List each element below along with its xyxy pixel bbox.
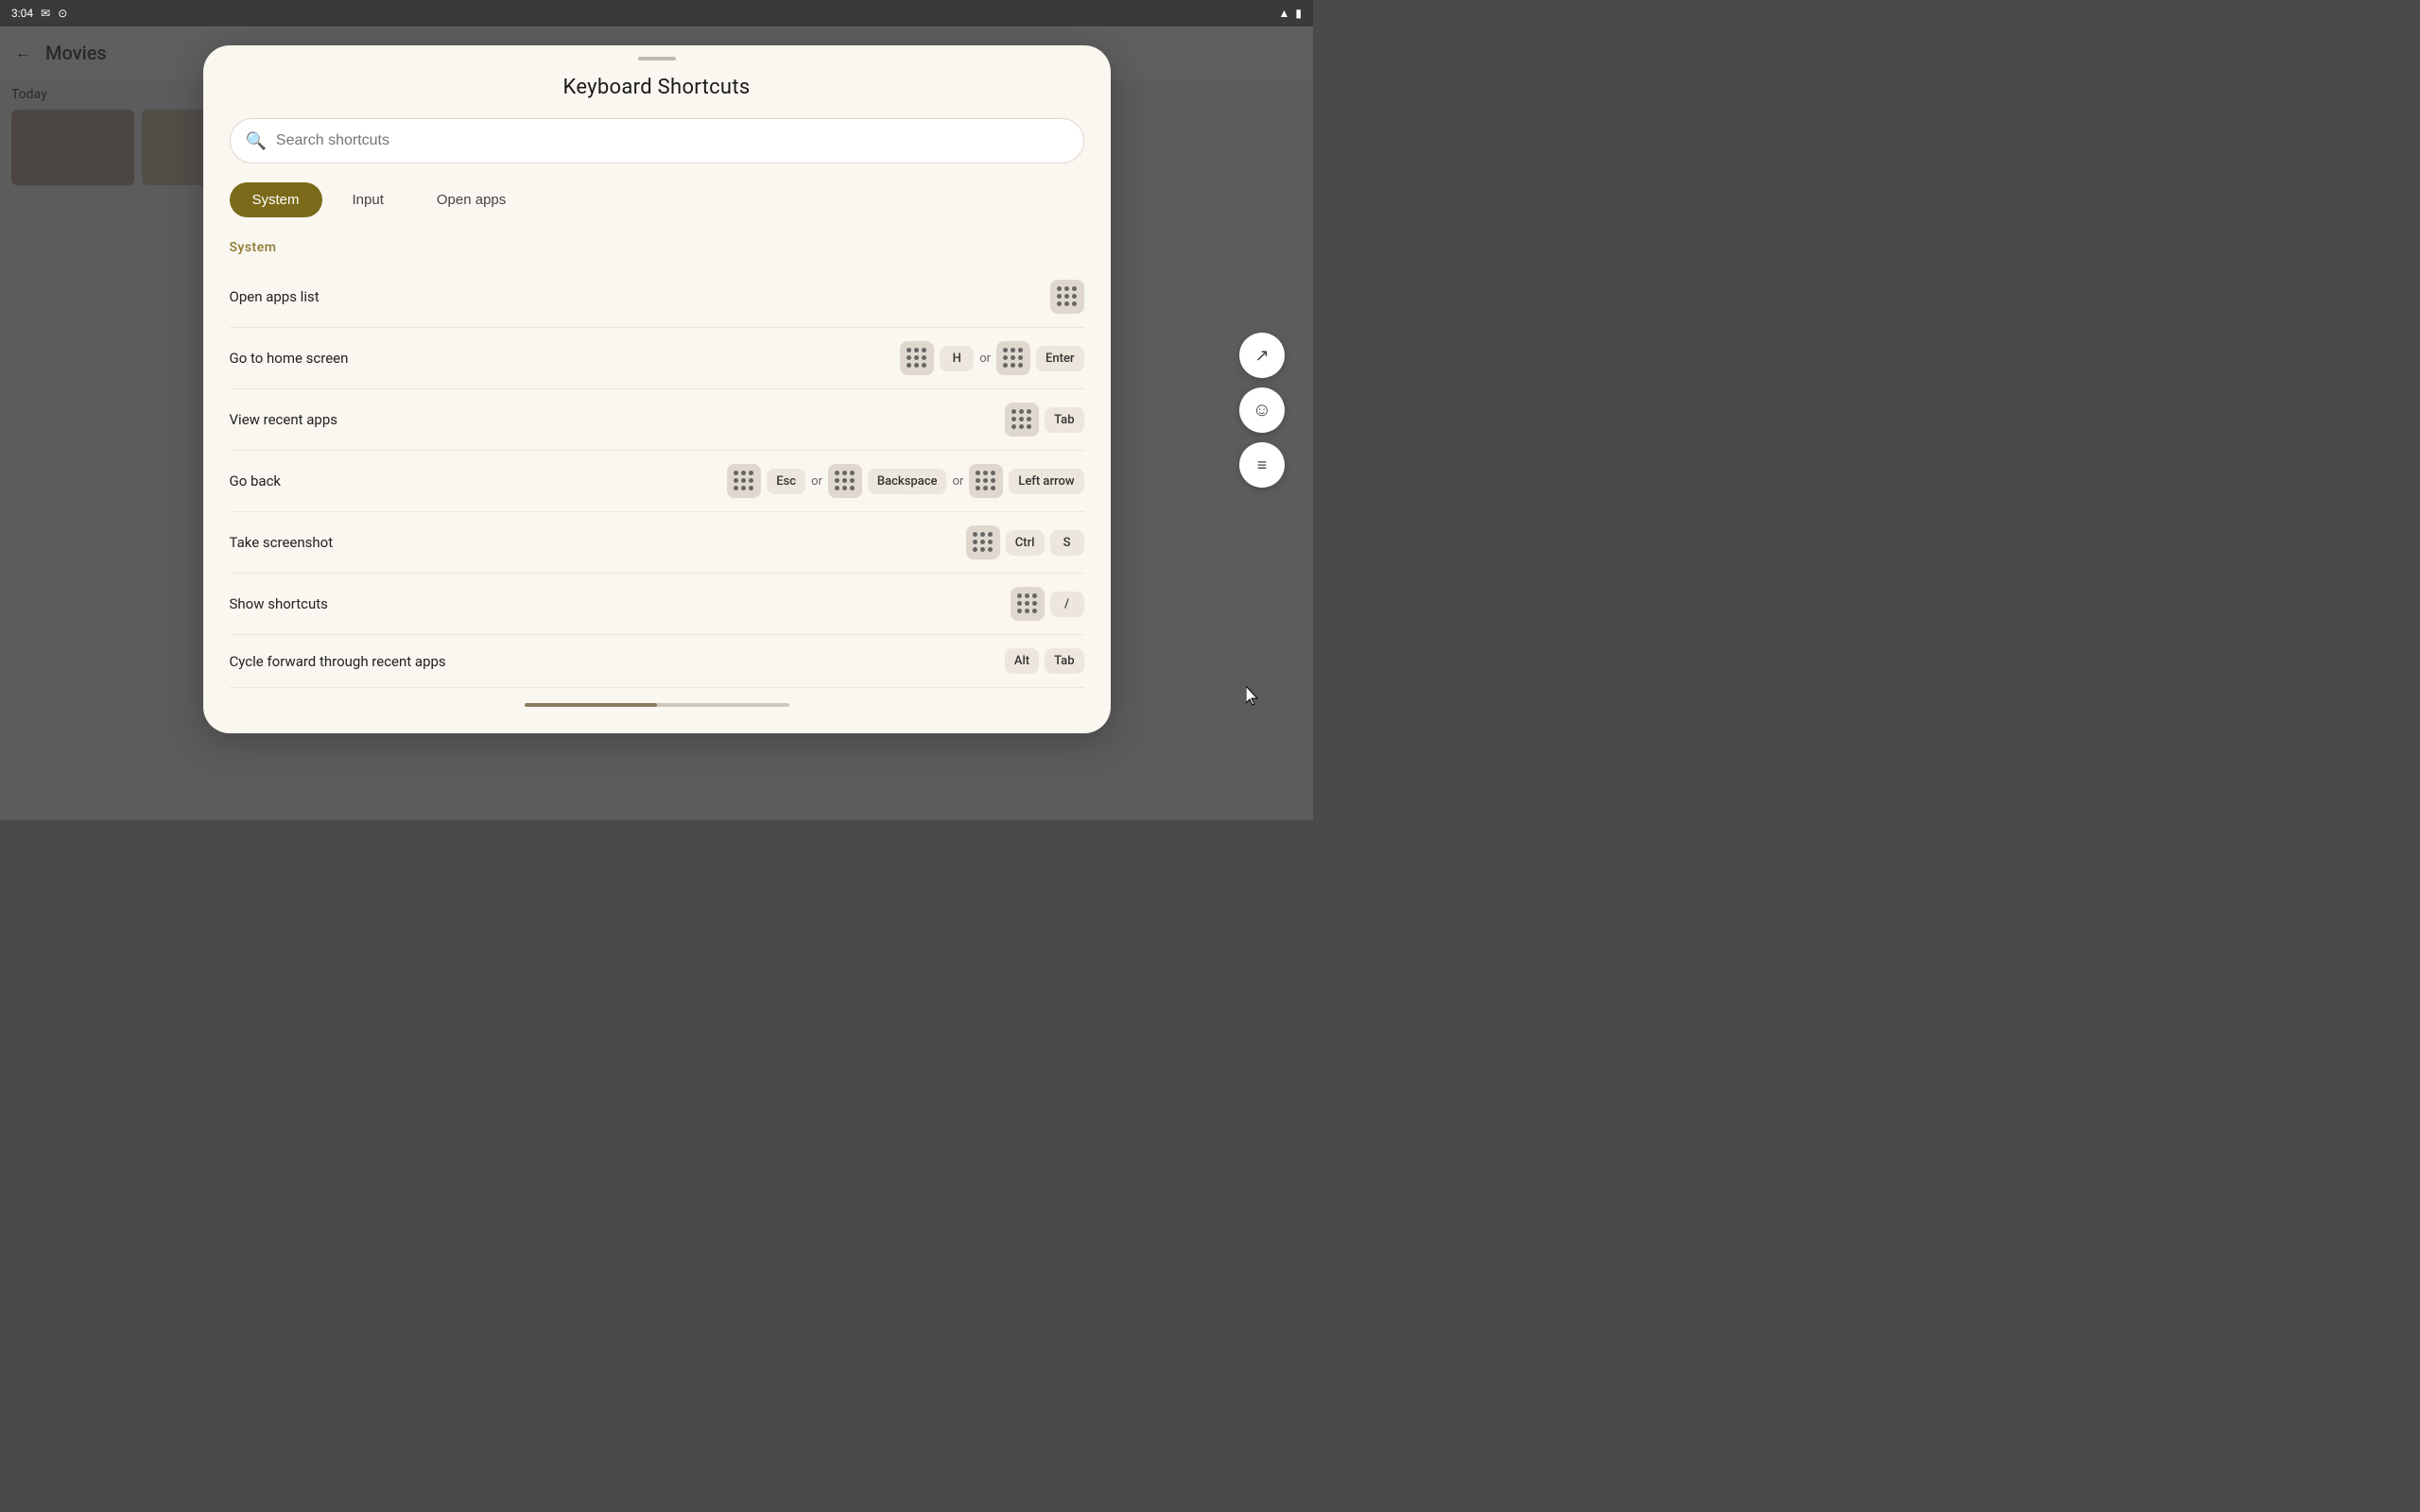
shortcut-name-show-shortcuts: Show shortcuts bbox=[230, 595, 328, 612]
key-tab-1: Tab bbox=[1045, 407, 1083, 433]
shortcut-show-shortcuts: Show shortcuts / bbox=[230, 574, 1084, 635]
search-icon: 🔍 bbox=[246, 131, 267, 151]
shortcut-keys-open-apps-list bbox=[1050, 280, 1084, 314]
shortcut-name-open-apps-list: Open apps list bbox=[230, 288, 320, 305]
key-tab-2: Tab bbox=[1045, 648, 1083, 674]
section-title-system: System bbox=[230, 232, 1084, 266]
key-dots-6 bbox=[828, 464, 862, 498]
key-dots-4 bbox=[1005, 403, 1039, 437]
key-alt: Alt bbox=[1005, 648, 1039, 674]
shortcut-keys-go-back: Esc or Backspace or bbox=[727, 464, 1083, 498]
tabs-container: System Input Open apps bbox=[203, 182, 1111, 225]
key-left-arrow: Left arrow bbox=[1009, 469, 1083, 494]
shortcut-go-home: Go to home screen H or bbox=[230, 328, 1084, 389]
key-slash: / bbox=[1050, 592, 1084, 617]
shortcut-cycle-forward: Cycle forward through recent apps Alt Ta… bbox=[230, 635, 1084, 688]
tab-input[interactable]: Input bbox=[330, 182, 406, 217]
menu-icon: ≡ bbox=[1257, 455, 1268, 475]
shortcut-view-recent: View recent apps Tab bbox=[230, 389, 1084, 451]
status-left: 3:04 ✉ ⊙ bbox=[11, 7, 67, 20]
shortcut-keys-show-shortcuts: / bbox=[1011, 587, 1084, 621]
shortcut-name-view-recent: View recent apps bbox=[230, 411, 338, 428]
shortcut-name-cycle-forward: Cycle forward through recent apps bbox=[230, 653, 446, 670]
scrollbar-thumb bbox=[525, 703, 657, 707]
key-dots-2 bbox=[900, 341, 934, 375]
battery-icon: ▮ bbox=[1295, 7, 1302, 20]
shortcut-go-back: Go back Esc or bbox=[230, 451, 1084, 512]
sep-or-3: or bbox=[952, 474, 963, 489]
search-container: 🔍 bbox=[203, 118, 1111, 182]
camera-icon: ⊙ bbox=[58, 7, 67, 20]
status-right: ▲ ▮ bbox=[1279, 7, 1303, 20]
wifi-icon: ▲ bbox=[1279, 7, 1290, 20]
fab-emoji[interactable]: ☺ bbox=[1239, 387, 1285, 433]
shortcut-keys-take-screenshot: Ctrl S bbox=[966, 525, 1084, 559]
scrollbar-container bbox=[230, 688, 1084, 711]
fab-expand[interactable]: ↗ bbox=[1239, 333, 1285, 378]
key-dots-1 bbox=[1050, 280, 1084, 314]
shortcut-name-go-back: Go back bbox=[230, 472, 282, 490]
fab-container: ↗ ☺ ≡ bbox=[1239, 333, 1285, 488]
shortcut-name-go-home: Go to home screen bbox=[230, 350, 349, 367]
key-s: S bbox=[1050, 530, 1084, 556]
sep-or-2: or bbox=[811, 474, 822, 489]
shortcut-keys-cycle-forward: Alt Tab bbox=[1005, 648, 1084, 674]
key-dots-7 bbox=[969, 464, 1003, 498]
key-dots-3 bbox=[996, 341, 1030, 375]
keyboard-shortcuts-dialog: Keyboard Shortcuts 🔍 System Input Open a… bbox=[203, 45, 1111, 733]
shortcut-keys-view-recent: Tab bbox=[1005, 403, 1083, 437]
key-esc: Esc bbox=[767, 469, 805, 494]
status-time: 3:04 bbox=[11, 7, 33, 20]
status-bar: 3:04 ✉ ⊙ ▲ ▮ bbox=[0, 0, 1313, 26]
tab-open-apps[interactable]: Open apps bbox=[414, 182, 528, 217]
shortcut-take-screenshot: Take screenshot Ctrl S bbox=[230, 512, 1084, 574]
sep-or-1: or bbox=[979, 352, 991, 366]
emoji-icon: ☺ bbox=[1253, 400, 1271, 421]
gmail-icon: ✉ bbox=[41, 7, 50, 20]
dialog-handle bbox=[203, 45, 1111, 68]
search-bar[interactable]: 🔍 bbox=[230, 118, 1084, 163]
shortcut-keys-go-home: H or Enter bbox=[900, 341, 1083, 375]
key-enter: Enter bbox=[1036, 346, 1083, 371]
shortcut-open-apps-list: Open apps list bbox=[230, 266, 1084, 328]
key-h: H bbox=[940, 346, 974, 371]
dialog-title: Keyboard Shortcuts bbox=[203, 68, 1111, 118]
key-dots-9 bbox=[1011, 587, 1045, 621]
handle-bar bbox=[638, 57, 676, 60]
tab-system[interactable]: System bbox=[230, 182, 322, 217]
search-input[interactable] bbox=[276, 132, 1068, 149]
content-area: System Open apps list Go to home screen bbox=[203, 225, 1111, 711]
shortcut-name-take-screenshot: Take screenshot bbox=[230, 534, 334, 551]
scrollbar-track bbox=[525, 703, 789, 707]
key-backspace: Backspace bbox=[868, 469, 947, 494]
key-dots-5 bbox=[727, 464, 761, 498]
key-ctrl: Ctrl bbox=[1006, 530, 1045, 556]
key-dots-8 bbox=[966, 525, 1000, 559]
expand-icon: ↗ bbox=[1254, 346, 1269, 366]
fab-menu[interactable]: ≡ bbox=[1239, 442, 1285, 488]
